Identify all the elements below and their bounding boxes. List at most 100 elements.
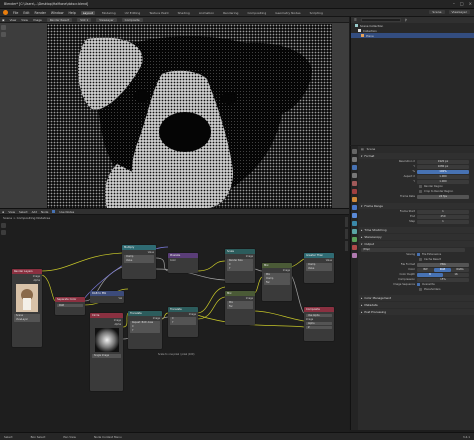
alpha-field[interactable]: Alpha	[306, 321, 332, 326]
image-source-field[interactable]: Single Image	[92, 354, 121, 358]
frame-rate-dropdown[interactable]: 24 fps	[417, 194, 469, 199]
node-rgb-to-bw[interactable]: RGB to BW Val	[90, 291, 124, 303]
color-depth-16-button[interactable]: 16	[443, 272, 469, 277]
node-mix-2[interactable]: Mix Image Mix Fac	[225, 291, 255, 325]
particles-tab-icon[interactable]	[352, 213, 357, 218]
node-separate-color[interactable]: Separate Color RGB	[55, 297, 85, 315]
tool-annotate-icon[interactable]	[1, 32, 6, 37]
workspace-tab-animation[interactable]: Animation	[197, 11, 216, 15]
x-field[interactable]: X	[227, 263, 253, 267]
y-field[interactable]: Y	[130, 329, 160, 333]
image-menu-view[interactable]: View	[10, 18, 17, 22]
z-field[interactable]: Z	[306, 325, 332, 330]
layer-field[interactable]: ViewLayer	[14, 318, 40, 322]
scene-tab-icon[interactable]	[352, 181, 357, 186]
file-format-dropdown[interactable]: PNG	[417, 262, 469, 267]
outliner-row-plane[interactable]: Plane	[351, 33, 474, 38]
placeholders-checkbox[interactable]	[419, 288, 422, 291]
value-field[interactable]: Value	[306, 267, 332, 271]
time-stretching-panel-header[interactable]: ▸ Time Stretching	[359, 227, 474, 233]
wrap-field[interactable]: Repeat: Both Axes	[130, 321, 160, 325]
image-menu-image[interactable]: Image	[33, 18, 42, 22]
constraints-tab-icon[interactable]	[352, 229, 357, 234]
scale-mode-field[interactable]: Render Size	[227, 259, 253, 263]
material-tab-icon[interactable]	[352, 245, 357, 250]
image-selector[interactable]: Render Result	[46, 17, 73, 22]
clamp-field[interactable]: Clamp	[124, 255, 154, 259]
resolution-y-field[interactable]: 1080 px	[417, 164, 469, 169]
x-field[interactable]: X	[130, 325, 160, 329]
menu-file[interactable]: File	[13, 11, 18, 15]
workspace-tab-shading[interactable]: Shading	[176, 11, 192, 15]
workspace-tab-modeling[interactable]: Modeling	[100, 11, 118, 15]
resolution-pct-field[interactable]: 100%	[417, 169, 469, 174]
node-image-circle[interactable]: Circle Image Alpha Single Image	[90, 313, 123, 391]
slot-selector[interactable]: Slot 1	[77, 17, 92, 22]
frame-start-field[interactable]: 1	[417, 209, 469, 214]
stereoscopy-panel-header[interactable]: ▸ Stereoscopy	[359, 234, 474, 240]
minimize-icon[interactable]: –	[453, 1, 455, 6]
image-menu-view2[interactable]: View	[21, 18, 28, 22]
workspace-tab-compositing[interactable]: Compositing	[245, 11, 268, 15]
fac-field[interactable]: Fac	[227, 305, 253, 309]
workspace-tab-texture[interactable]: Texture Paint	[147, 11, 170, 15]
color-rgb-button[interactable]: RGB	[434, 267, 451, 272]
cache-result-checkbox[interactable]	[419, 258, 422, 261]
use-alpha-field[interactable]: Use Alpha	[306, 313, 332, 318]
crop-region-checkbox[interactable]	[419, 190, 422, 193]
y-field[interactable]: Y	[170, 321, 196, 325]
color-rgba-button[interactable]: RGBA	[451, 267, 469, 272]
menu-window[interactable]: Window	[51, 11, 64, 15]
world-tab-icon[interactable]	[352, 189, 357, 194]
clamp-field[interactable]: Clamp	[306, 263, 332, 267]
close-icon[interactable]: ×	[469, 1, 472, 6]
resolution-x-field[interactable]: 1920 px	[417, 159, 469, 164]
node-render-layers[interactable]: Render Layers Image Alpha Scene ViewLaye…	[12, 269, 42, 347]
node-math-multiply[interactable]: Multiply Value Clamp Value	[122, 245, 156, 279]
filter-icon[interactable]: ⚲	[405, 18, 407, 22]
data-tab-icon[interactable]	[352, 237, 357, 242]
workspace-tab-geonodes[interactable]: Geometry Nodes	[273, 11, 302, 15]
color-management-panel-header[interactable]: ▸ Color Management	[359, 295, 474, 301]
overwrite-checkbox[interactable]	[417, 283, 420, 286]
modifier-tab-icon[interactable]	[352, 205, 357, 210]
post-processing-panel-header[interactable]: ▸ Post Processing	[359, 309, 474, 315]
y-field[interactable]: Y	[227, 267, 253, 271]
workspace-tab-rendering[interactable]: Rendering	[221, 11, 240, 15]
menu-edit[interactable]: Edit	[23, 11, 29, 15]
file-extensions-checkbox[interactable]	[417, 253, 420, 256]
node-math-greater-than[interactable]: Greater Than Value Clamp Value	[304, 253, 334, 283]
node-composite[interactable]: Composite Use Alpha Image Alpha Z	[304, 307, 334, 341]
blend-mode-field[interactable]: Mix	[264, 273, 290, 277]
node-mix-1[interactable]: Mix Image Mix Clamp Fac	[262, 263, 292, 301]
blender-logo-icon[interactable]	[3, 10, 8, 15]
node-scale[interactable]: Scale Image Render Size X Y	[225, 249, 255, 283]
view-layer-selector[interactable]: ViewLayer	[448, 10, 470, 14]
workspace-tab-scripting[interactable]: Scripting	[308, 11, 325, 15]
aspect-x-field[interactable]: 1.000	[417, 174, 469, 179]
workspace-tab-layout[interactable]: Layout	[80, 10, 95, 15]
view-layer-tab-icon[interactable]	[352, 173, 357, 178]
texture-tab-icon[interactable]	[352, 253, 357, 258]
outliner-search-input[interactable]	[360, 18, 401, 22]
node-translate-2[interactable]: Translate Image X Y	[168, 307, 198, 337]
node-translate[interactable]: Translate Image Repeat: Both Axes X Y	[128, 311, 162, 349]
compression-field[interactable]: 15%	[417, 277, 469, 282]
clamp-field[interactable]: Clamp	[264, 277, 290, 281]
color-bw-button[interactable]: BW	[417, 267, 434, 272]
frame-end-field[interactable]: 250	[417, 214, 469, 219]
metadata-panel-header[interactable]: ▸ Metadata	[359, 302, 474, 308]
tool-sample-icon[interactable]	[1, 25, 6, 30]
node-pixelate[interactable]: Pixelate Color	[168, 253, 198, 273]
workspace-tab-uv[interactable]: UV Editing	[123, 11, 143, 15]
output-path-field[interactable]: /tmp/	[361, 247, 465, 252]
image-editor-type-icon[interactable]: ▣	[2, 18, 5, 22]
frame-step-field[interactable]: 1	[417, 219, 469, 224]
render-tab-icon[interactable]	[352, 157, 357, 162]
value-field[interactable]: Value	[124, 259, 154, 263]
object-tab-icon[interactable]	[352, 197, 357, 202]
menu-render[interactable]: Render	[35, 11, 46, 15]
maximize-icon[interactable]: □	[460, 1, 464, 6]
menu-help[interactable]: Help	[68, 11, 75, 15]
scene-field[interactable]: Scene	[14, 314, 40, 318]
